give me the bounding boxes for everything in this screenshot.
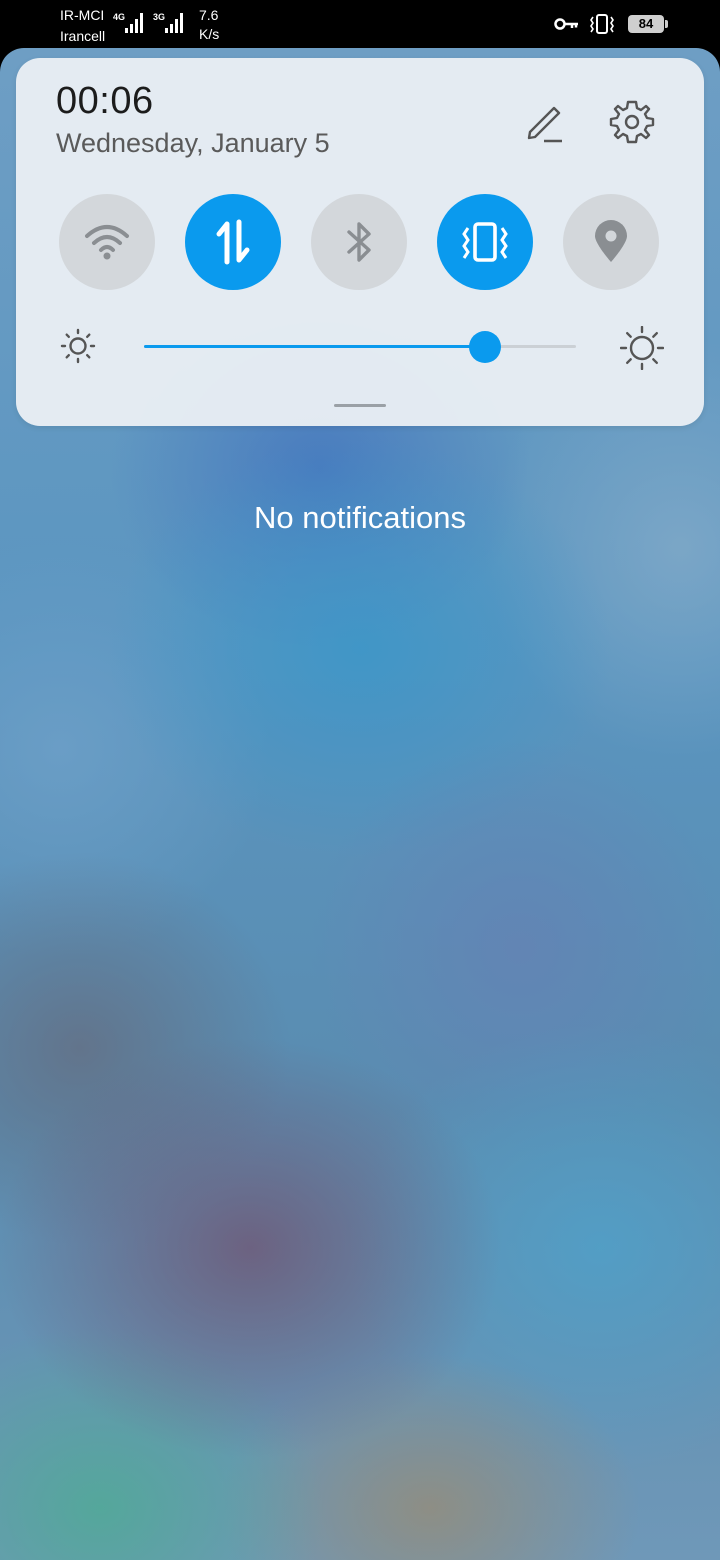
- panel-drag-handle[interactable]: [334, 404, 386, 407]
- vibrate-toggle[interactable]: [437, 194, 533, 290]
- settings-button[interactable]: [608, 98, 656, 146]
- bluetooth-icon: [347, 222, 371, 262]
- vibrate-icon: [590, 14, 614, 34]
- carrier-2-label: Irancell: [60, 28, 106, 44]
- gear-icon: [609, 100, 655, 144]
- network-speed-unit: K/s: [199, 26, 220, 42]
- battery-icon: 84: [628, 15, 668, 33]
- no-notifications-text: No notifications: [254, 500, 466, 535]
- brightness-low-icon: [60, 328, 96, 364]
- brightness-control: [60, 326, 664, 370]
- network-speed-value: 7.6: [199, 7, 219, 23]
- brightness-slider-fill: [144, 345, 486, 348]
- status-icons: 84: [554, 12, 668, 36]
- bluetooth-toggle[interactable]: [311, 194, 407, 290]
- location-icon: [595, 220, 627, 262]
- vibrate-icon: [462, 222, 508, 262]
- quick-toggles: [59, 194, 659, 290]
- sim2-signal-icon: [165, 13, 183, 33]
- brightness-slider-thumb[interactable]: [469, 331, 502, 363]
- status-bar: IR-MCI Irancell 4G 3G 7.6 K/s 84: [0, 0, 720, 48]
- edit-button[interactable]: [520, 98, 568, 146]
- wifi-icon: [85, 225, 129, 260]
- carrier-1-label: IR-MCI: [60, 7, 105, 23]
- wifi-toggle[interactable]: [59, 194, 155, 290]
- key-icon: [554, 18, 578, 30]
- brightness-high-icon: [620, 326, 664, 370]
- pencil-icon: [527, 106, 562, 143]
- panel-date: Wednesday, January 5: [56, 128, 330, 158]
- mobile-data-toggle[interactable]: [185, 194, 281, 290]
- mobile-data-icon: [216, 219, 250, 265]
- battery-level: 84: [638, 16, 654, 31]
- brightness-slider[interactable]: [144, 331, 576, 363]
- quick-settings-panel: 00:06 Wednesday, January 5: [16, 58, 704, 426]
- panel-time: 00:06: [56, 80, 154, 122]
- sim1-signal-icon: [125, 13, 143, 33]
- location-toggle[interactable]: [563, 194, 659, 290]
